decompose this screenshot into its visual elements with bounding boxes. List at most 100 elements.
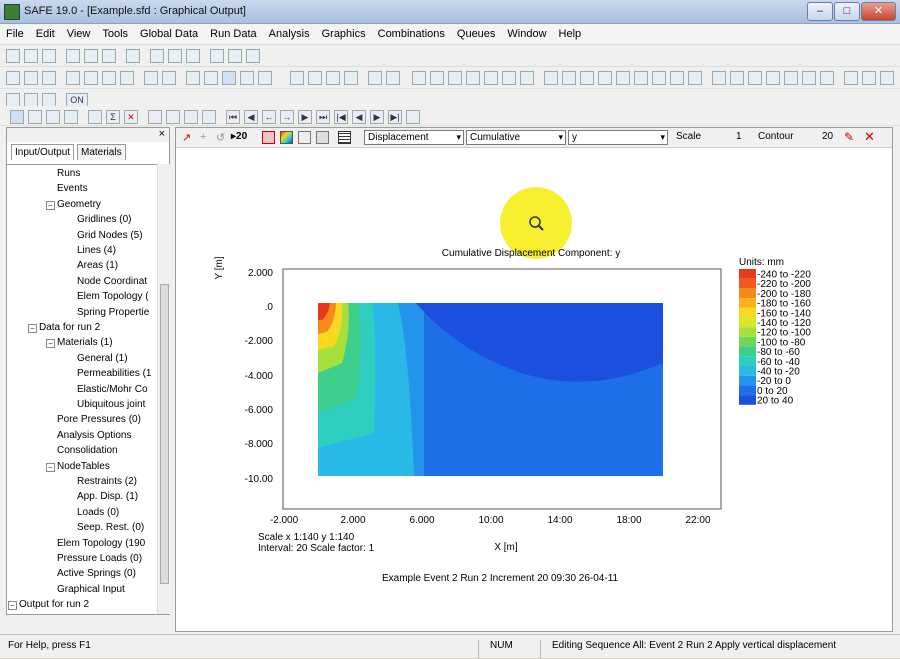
area-tool-icon[interactable] bbox=[308, 71, 322, 85]
snap-grid-icon[interactable] bbox=[6, 93, 20, 107]
new-icon[interactable] bbox=[6, 49, 20, 63]
scale-value[interactable]: 1 bbox=[736, 131, 742, 142]
menu-edit[interactable]: Edit bbox=[30, 25, 61, 40]
color-fill-icon[interactable] bbox=[280, 131, 293, 144]
tree-item[interactable]: Permeabilities (1 bbox=[77, 367, 151, 381]
vector-icon[interactable] bbox=[64, 110, 78, 124]
menu-window[interactable]: Window bbox=[501, 25, 552, 40]
menu-run-data[interactable]: Run Data bbox=[204, 25, 262, 40]
point-icon[interactable] bbox=[430, 71, 444, 85]
tree-item[interactable]: Active Springs (0) bbox=[57, 567, 136, 581]
split-icon[interactable] bbox=[544, 71, 558, 85]
tree-item[interactable]: General (1) bbox=[77, 352, 128, 366]
tree-item[interactable]: Geometry bbox=[57, 198, 101, 212]
tree-item[interactable]: Pressure Loads (0) bbox=[57, 552, 142, 566]
next-event-icon[interactable]: ▶ bbox=[298, 110, 312, 124]
arrow-icon[interactable]: ↗ bbox=[182, 131, 191, 144]
tree-item[interactable]: Gridlines (0) bbox=[77, 213, 131, 227]
outline-icon[interactable] bbox=[298, 131, 311, 144]
brand-icon[interactable] bbox=[844, 71, 858, 85]
hatch-icon[interactable] bbox=[262, 131, 275, 144]
tree-item[interactable]: Analysis Options bbox=[57, 429, 131, 443]
array-icon[interactable] bbox=[634, 71, 648, 85]
tab-input-output[interactable]: Input/Output bbox=[11, 144, 75, 160]
line-tool-icon[interactable] bbox=[290, 71, 304, 85]
plus-icon[interactable]: + bbox=[200, 131, 206, 143]
grid-icon[interactable] bbox=[24, 71, 38, 85]
tree-item[interactable]: Seep. Rest. (0) bbox=[77, 521, 144, 535]
snap-ortho-icon[interactable] bbox=[42, 93, 56, 107]
tree-item[interactable]: Areas (1) bbox=[77, 259, 118, 273]
arc-icon[interactable] bbox=[466, 71, 480, 85]
chart-view-icon[interactable] bbox=[184, 110, 198, 124]
run-icon[interactable] bbox=[210, 49, 224, 63]
cut-icon[interactable] bbox=[66, 49, 80, 63]
tree-item[interactable]: Data for run 2 bbox=[39, 321, 100, 335]
polyline-tool-icon[interactable] bbox=[344, 71, 358, 85]
tree-item[interactable]: Output for run 2 bbox=[19, 598, 89, 612]
mesh-grid-icon[interactable] bbox=[120, 71, 134, 85]
rectangle-icon[interactable] bbox=[520, 71, 534, 85]
pan-icon[interactable] bbox=[6, 71, 20, 85]
component-select[interactable]: y bbox=[568, 130, 668, 145]
menu-graphics[interactable]: Graphics bbox=[316, 25, 372, 40]
tab-materials[interactable]: Materials bbox=[77, 144, 126, 160]
menu-queues[interactable]: Queues bbox=[451, 25, 502, 40]
contour-icon[interactable] bbox=[46, 110, 60, 124]
stop-icon[interactable]: ✕ bbox=[124, 110, 138, 124]
tree-expander-icon[interactable]: − bbox=[8, 601, 17, 611]
snap-node-icon[interactable] bbox=[24, 93, 38, 107]
spring-icon[interactable] bbox=[748, 71, 762, 85]
tree-item[interactable]: Restraints (2) bbox=[77, 475, 137, 489]
fit-icon[interactable] bbox=[204, 71, 218, 85]
tree-view-icon[interactable] bbox=[10, 110, 24, 124]
menu-global-data[interactable]: Global Data bbox=[134, 25, 204, 40]
last-event-icon[interactable]: ⏭ bbox=[316, 110, 330, 124]
polygon-icon[interactable] bbox=[502, 71, 516, 85]
curve-icon[interactable] bbox=[484, 71, 498, 85]
tree-item[interactable]: Ubiquitous joint bbox=[77, 398, 145, 412]
select-icon[interactable] bbox=[144, 71, 158, 85]
node-icon[interactable] bbox=[84, 71, 98, 85]
diagram-icon[interactable] bbox=[148, 110, 162, 124]
material-icon[interactable] bbox=[802, 71, 816, 85]
tree-item[interactable]: Runs bbox=[57, 167, 80, 181]
text-small-icon[interactable] bbox=[368, 71, 382, 85]
tree-item[interactable]: Graphical Input bbox=[57, 583, 125, 597]
print-setup-icon[interactable] bbox=[186, 49, 200, 63]
line-icon[interactable] bbox=[448, 71, 462, 85]
next-increment-icon[interactable]: ▶ bbox=[370, 110, 384, 124]
table-icon[interactable] bbox=[66, 71, 80, 85]
undo-icon[interactable] bbox=[126, 49, 140, 63]
rotate-icon[interactable] bbox=[258, 71, 272, 85]
contour-count-icon[interactable]: ▸20 bbox=[231, 131, 247, 142]
forward-icon[interactable]: → bbox=[280, 110, 294, 124]
tree-item[interactable]: Elem Topology (190 bbox=[57, 537, 145, 551]
maximize-button[interactable]: □ bbox=[834, 2, 860, 21]
mode-select[interactable]: Cumulative bbox=[466, 130, 566, 145]
delete-element-icon[interactable] bbox=[652, 71, 666, 85]
zoom-fit-icon[interactable] bbox=[240, 71, 254, 85]
table-view-icon[interactable] bbox=[166, 110, 180, 124]
contour-value[interactable]: 20 bbox=[822, 131, 833, 142]
print-icon[interactable] bbox=[150, 49, 164, 63]
menu-tools[interactable]: Tools bbox=[96, 25, 134, 40]
tree-item[interactable]: App. Disp. (1) bbox=[77, 490, 138, 504]
tree-scrollbar[interactable] bbox=[157, 164, 170, 614]
close-icon[interactable]: × bbox=[159, 128, 165, 140]
properties-icon[interactable] bbox=[670, 71, 684, 85]
open-icon[interactable] bbox=[24, 49, 38, 63]
zoom-icon[interactable] bbox=[222, 71, 236, 85]
tree-expander-icon[interactable]: − bbox=[46, 200, 55, 210]
menu-help[interactable]: Help bbox=[553, 25, 588, 40]
dimension-icon[interactable] bbox=[162, 71, 176, 85]
axes-icon[interactable] bbox=[42, 71, 56, 85]
load-icon[interactable] bbox=[730, 71, 744, 85]
tree-item[interactable]: Materials (1) bbox=[57, 336, 113, 350]
menu-combinations[interactable]: Combinations bbox=[372, 25, 451, 40]
snap-icon[interactable] bbox=[102, 71, 116, 85]
first-increment-icon[interactable]: |◀ bbox=[334, 110, 348, 124]
email-icon[interactable] bbox=[246, 49, 260, 63]
menu-file[interactable]: File bbox=[0, 25, 30, 40]
text-large-icon[interactable] bbox=[386, 71, 400, 85]
